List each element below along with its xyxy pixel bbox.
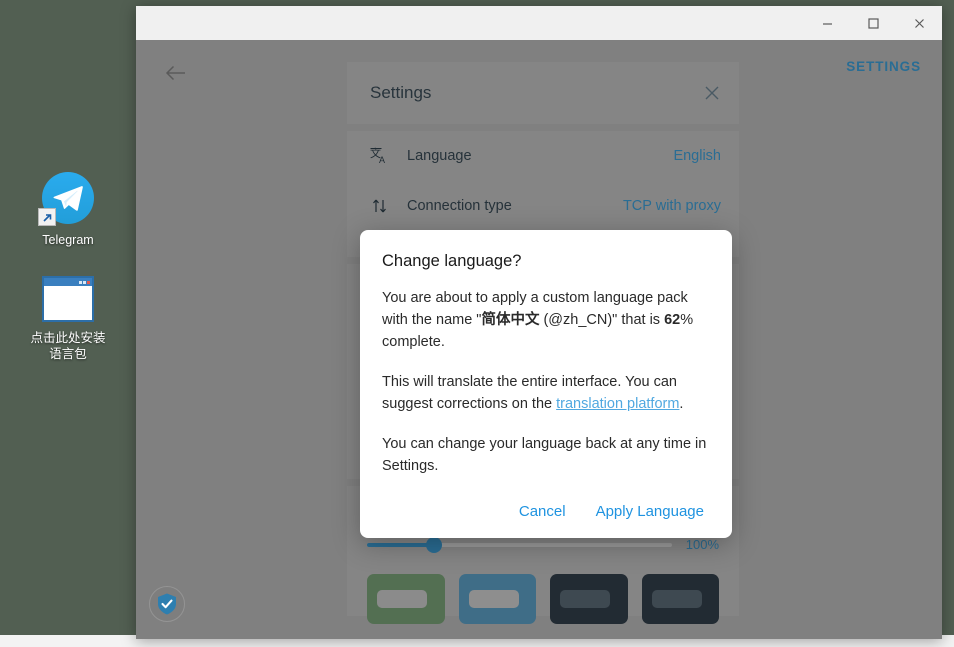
shield-status-button[interactable] [149, 586, 185, 622]
settings-close-button[interactable] [703, 84, 721, 102]
apply-language-button[interactable]: Apply Language [596, 503, 704, 520]
settings-row-connection-type[interactable]: Connection type TCP with proxy [347, 181, 739, 231]
swatch-inner [652, 590, 702, 608]
dialog-completion-percent: 62 [664, 312, 680, 328]
theme-swatch-green[interactable] [367, 574, 445, 624]
desktop-icon-label-line2: 语言包 [16, 346, 120, 362]
theme-swatch-dark-1[interactable] [550, 574, 628, 624]
svg-text:A: A [379, 155, 385, 165]
slider-handle[interactable] [426, 537, 442, 553]
settings-row-label: Language [407, 148, 657, 164]
arrow-up-right-icon [42, 212, 53, 223]
dialog-title: Change language? [382, 252, 710, 271]
shield-check-icon [156, 592, 178, 616]
settings-header: Settings [347, 62, 739, 124]
window-document-titlebar [44, 278, 92, 286]
window-dot [83, 281, 86, 284]
translation-platform-link[interactable]: translation platform [556, 396, 679, 412]
interface-scale-slider[interactable] [367, 543, 672, 547]
app-content-area: SETTINGS Settings [136, 40, 942, 639]
slider-fill [367, 543, 434, 547]
up-down-arrows-glyph [370, 196, 390, 216]
settings-header-card: Settings [347, 62, 739, 124]
connection-arrows-icon [369, 195, 391, 217]
window-close-button[interactable] [896, 6, 942, 40]
translate-icon: 文 A [369, 145, 391, 167]
swatch-inner [560, 590, 610, 608]
dialog-actions: Cancel Apply Language [382, 495, 710, 524]
interface-scale-value: 100% [686, 537, 719, 552]
settings-row-label: Connection type [407, 198, 607, 214]
interface-scale-slider-row: 100% [367, 537, 719, 552]
cancel-button[interactable]: Cancel [519, 503, 566, 520]
back-arrow-icon [165, 64, 187, 82]
window-document-icon [42, 276, 94, 322]
translate-glyph: 文 A [370, 146, 390, 166]
theme-swatch-dark-2[interactable] [642, 574, 720, 624]
dialog-langpack-name: 简体中文 [481, 312, 539, 328]
close-icon [703, 84, 721, 102]
settings-title: Settings [370, 83, 431, 103]
telegram-window: SETTINGS Settings [136, 6, 942, 639]
dialog-text-e: . [679, 396, 683, 412]
window-titlebar [136, 6, 942, 40]
theme-swatch-blue[interactable] [459, 574, 537, 624]
window-maximize-button[interactable] [850, 6, 896, 40]
window-dot [79, 281, 82, 284]
maximize-icon [867, 17, 880, 30]
close-icon [913, 17, 926, 30]
dialog-text-b: (@zh_CN)" that is [539, 312, 664, 328]
back-button[interactable] [159, 56, 193, 90]
telegram-app-icon [42, 172, 94, 224]
theme-swatch-row [367, 574, 719, 624]
settings-row-language[interactable]: 文 A Language English [347, 131, 739, 181]
panel-divider [347, 124, 739, 131]
minimize-icon [821, 17, 834, 30]
swatch-inner [377, 590, 427, 608]
change-language-dialog: Change language? You are about to apply … [360, 230, 732, 538]
swatch-inner [469, 590, 519, 608]
desktop-icon-label-line1: 点击此处安装 [16, 330, 120, 346]
dialog-paragraph-3: You can change your language back at any… [382, 433, 710, 477]
settings-row-value: English [673, 148, 721, 164]
desktop-icon-label: Telegram [16, 232, 120, 248]
section-caption: SETTINGS [846, 59, 921, 74]
dialog-paragraph-2: This will translate the entire interface… [382, 371, 710, 415]
paper-plane-icon [53, 185, 83, 211]
settings-row-value: TCP with proxy [623, 198, 721, 214]
desktop-icon-telegram[interactable]: Telegram [16, 172, 120, 248]
shortcut-overlay-icon [38, 208, 56, 226]
desktop-icon-langpack[interactable]: 点击此处安装 语言包 [16, 276, 120, 362]
window-minimize-button[interactable] [804, 6, 850, 40]
window-dot-close [87, 281, 90, 284]
dialog-paragraph-1: You are about to apply a custom language… [382, 287, 710, 353]
